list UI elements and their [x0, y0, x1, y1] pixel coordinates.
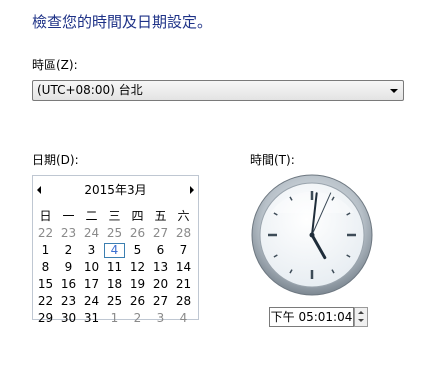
calendar-day[interactable]: 31 — [80, 310, 103, 327]
calendar-day[interactable]: 15 — [34, 276, 57, 293]
calendar-day[interactable]: 17 — [80, 276, 103, 293]
calendar-day[interactable]: 5 — [126, 242, 149, 259]
time-label: 時間(T): — [250, 153, 295, 167]
calendar-day[interactable]: 24 — [80, 225, 103, 242]
page-heading: 檢查您的時間及日期設定。 — [32, 13, 213, 31]
calendar-day[interactable]: 8 — [34, 259, 57, 276]
calendar-day[interactable]: 24 — [80, 293, 103, 310]
weekday-header: 五 — [154, 209, 167, 223]
chevron-down-icon — [390, 89, 398, 93]
calendar-day[interactable]: 28 — [172, 293, 195, 310]
calendar-day[interactable]: 25 — [103, 225, 126, 242]
timezone-label: 時區(Z): — [32, 58, 78, 72]
calendar-day[interactable]: 3 — [149, 310, 172, 327]
calendar-day[interactable]: 16 — [57, 276, 80, 293]
calendar-grid: 日一二三四五六 22 23 24 25 26 27 28 1 2 3 4 5 6 7 8 9 10 11 12 13 14… — [34, 208, 195, 327]
calendar-day[interactable]: 1 — [103, 310, 126, 327]
spin-up-icon[interactable] — [358, 311, 364, 314]
calendar-day[interactable]: 1 — [34, 242, 57, 259]
calendar-day[interactable]: 20 — [149, 276, 172, 293]
calendar-day[interactable]: 21 — [172, 276, 195, 293]
calendar-day[interactable]: 18 — [103, 276, 126, 293]
calendar-day[interactable]: 22 — [34, 225, 57, 242]
calendar-day[interactable]: 14 — [172, 259, 195, 276]
weekday-header: 四 — [131, 209, 144, 223]
calendar-header: 2015年3月 — [33, 182, 198, 198]
calendar[interactable]: 2015年3月 日一二三四五六 22 23 24 25 26 27 28 1 2 3 4 5 6 7 8 9 10… — [32, 175, 199, 325]
weekday-header: 一 — [62, 209, 75, 223]
calendar-day[interactable]: 11 — [103, 259, 126, 276]
calendar-day[interactable]: 22 — [34, 293, 57, 310]
timezone-select[interactable]: (UTC+08:00) 台北 — [32, 80, 404, 101]
calendar-day[interactable]: 19 — [126, 276, 149, 293]
calendar-day[interactable]: 27 — [149, 293, 172, 310]
calendar-day[interactable]: 26 — [126, 293, 149, 310]
timezone-value: (UTC+08:00) 台北 — [37, 83, 143, 97]
weekday-header: 六 — [177, 209, 190, 223]
time-input[interactable]: 下午 05:01:04 — [269, 307, 354, 327]
analog-clock — [251, 174, 373, 296]
calendar-day[interactable]: 28 — [172, 225, 195, 242]
calendar-day[interactable]: 9 — [57, 259, 80, 276]
calendar-day[interactable]: 29 — [34, 310, 57, 327]
calendar-day[interactable]: 12 — [126, 259, 149, 276]
time-spinner[interactable] — [354, 307, 368, 327]
calendar-day[interactable]: 2 — [126, 310, 149, 327]
calendar-day[interactable]: 6 — [149, 242, 172, 259]
calendar-day[interactable]: 23 — [57, 293, 80, 310]
calendar-month-title[interactable]: 2015年3月 — [33, 182, 198, 198]
calendar-day[interactable]: 2 — [57, 242, 80, 259]
chevron-right-icon[interactable] — [190, 186, 194, 194]
calendar-day[interactable]: 25 — [103, 293, 126, 310]
calendar-day-selected[interactable]: 4 — [103, 242, 126, 259]
calendar-day[interactable]: 7 — [172, 242, 195, 259]
weekday-header: 日 — [39, 209, 52, 223]
calendar-day[interactable]: 10 — [80, 259, 103, 276]
calendar-day[interactable]: 26 — [126, 225, 149, 242]
spin-down-icon[interactable] — [358, 319, 364, 322]
calendar-day[interactable]: 3 — [80, 242, 103, 259]
calendar-day[interactable]: 30 — [57, 310, 80, 327]
date-label: 日期(D): — [32, 153, 79, 167]
calendar-day[interactable]: 4 — [172, 310, 195, 327]
calendar-day[interactable]: 13 — [149, 259, 172, 276]
weekday-header: 二 — [85, 209, 98, 223]
calendar-day[interactable]: 23 — [57, 225, 80, 242]
calendar-day[interactable]: 27 — [149, 225, 172, 242]
weekday-header: 三 — [108, 209, 121, 223]
